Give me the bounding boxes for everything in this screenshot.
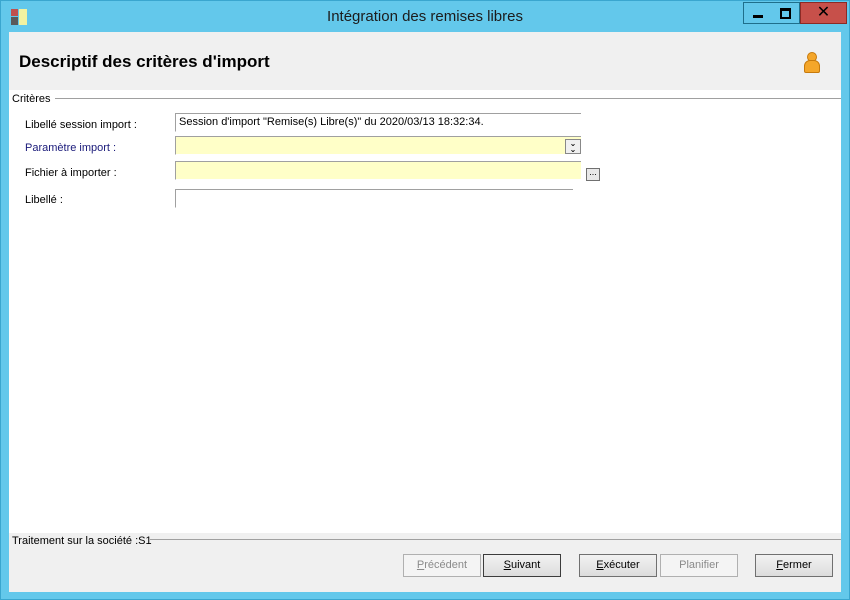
param-import-combo[interactable]	[175, 136, 581, 155]
minimize-icon	[753, 14, 763, 18]
libelle-field[interactable]	[175, 189, 573, 208]
libelle-label: Libellé :	[25, 194, 63, 206]
user-icon[interactable]	[802, 52, 820, 73]
maximize-button[interactable]	[771, 2, 800, 24]
page-title: Descriptif des critères d'import	[19, 52, 270, 71]
footer-divider	[150, 539, 841, 540]
planifier-button[interactable]: Planifier	[660, 554, 738, 577]
session-label: Libellé session import :	[25, 119, 137, 131]
file-import-field[interactable]	[175, 161, 581, 180]
footer: Traitement sur la société :S1 Précédent …	[9, 533, 841, 592]
suivant-button[interactable]: Suivant	[483, 554, 561, 577]
group-divider	[53, 98, 841, 99]
file-import-label: Fichier à importer :	[25, 167, 117, 179]
maximize-icon	[779, 7, 791, 19]
executer-button[interactable]: Exécuter	[579, 554, 657, 577]
fermer-button[interactable]: Fermer	[755, 554, 833, 577]
page-header: Descriptif des critères d'import	[9, 32, 841, 90]
company-label: Traitement sur la société :S1	[12, 535, 152, 547]
criteria-group-label: Critères	[12, 93, 55, 105]
close-icon: ✕	[816, 4, 831, 21]
title-bar[interactable]: Intégration des remises libres ✕	[1, 1, 849, 32]
browse-button[interactable]: ...	[586, 168, 600, 181]
close-button[interactable]: ✕	[800, 2, 847, 24]
criteria-panel: Critères Libellé session import : Sessio…	[9, 90, 841, 533]
window-title: Intégration des remises libres	[327, 8, 523, 25]
precedent-button[interactable]: Précédent	[403, 554, 481, 577]
app-window: Intégration des remises libres ✕ Descrip…	[0, 0, 850, 600]
chevron-down-icon[interactable]: ⌄ ⌄	[565, 139, 581, 154]
client-area: Descriptif des critères d'import Critère…	[9, 32, 841, 592]
param-import-label: Paramètre import :	[25, 142, 117, 154]
minimize-button[interactable]	[743, 2, 773, 24]
session-field[interactable]: Session d'import "Remise(s) Libre(s)" du…	[175, 113, 581, 132]
